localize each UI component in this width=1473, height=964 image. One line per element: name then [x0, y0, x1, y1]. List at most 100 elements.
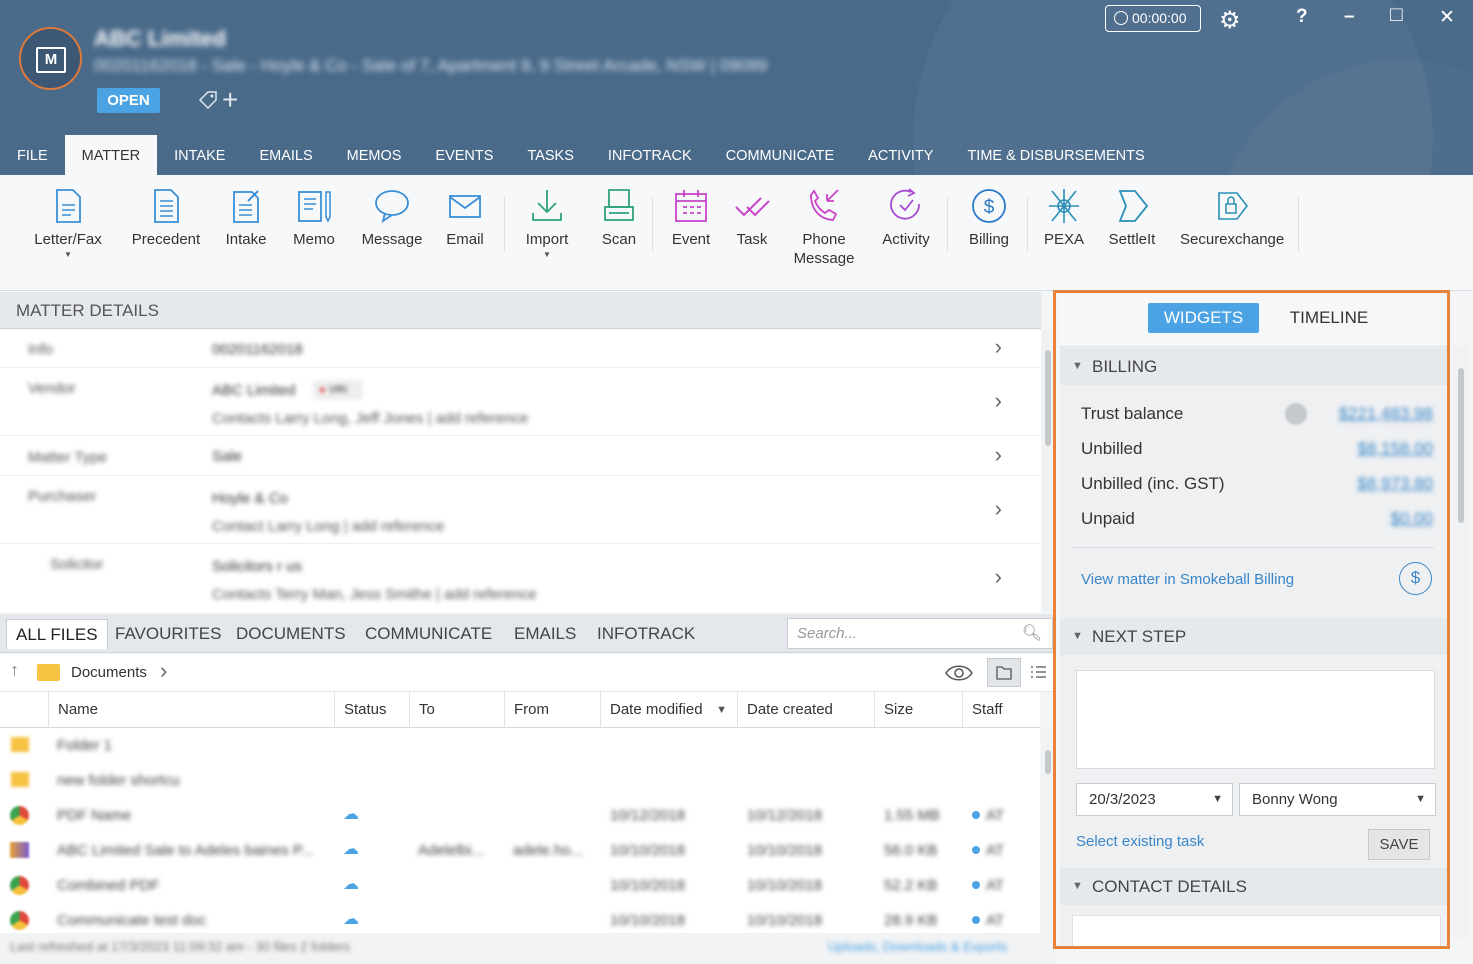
up-arrow-icon[interactable]: ↑ [10, 660, 19, 681]
task-check-icon [735, 197, 770, 217]
view-in-billing-link[interactable]: View matter in Smokeball Billing [1081, 571, 1294, 588]
close-button[interactable]: ✕ [1439, 6, 1455, 29]
next-step-section-header[interactable]: ▼ NEXT STEP [1060, 618, 1447, 655]
cloud-icon: ☁ [343, 876, 359, 893]
tab-communicate[interactable]: COMMUNICATE [356, 619, 501, 649]
scroll-thumb[interactable] [1045, 350, 1051, 446]
tab-file[interactable]: FILE [0, 135, 65, 175]
scroll-thumb[interactable] [1458, 368, 1464, 523]
message-button[interactable]: Message [359, 187, 425, 249]
chrome-icon [10, 911, 29, 930]
trust-info-icon[interactable] [1285, 403, 1307, 425]
matter-row-info[interactable]: Info 00201162018 › [0, 330, 1040, 368]
column-staff[interactable]: Staff [962, 692, 1040, 728]
next-step-assignee-select[interactable]: Bonny Wong ▼ [1239, 783, 1436, 816]
column-date-modified[interactable]: Date modified ▼ [600, 692, 737, 728]
tab-emails[interactable]: EMAILS [505, 619, 585, 649]
breadcrumb-documents[interactable]: Documents [71, 664, 147, 681]
billing-amount[interactable]: $0.00 [1390, 509, 1433, 529]
minimize-button[interactable]: – [1344, 6, 1355, 28]
scan-button[interactable]: Scan [597, 187, 641, 249]
billing-amount[interactable]: $8,158.00 [1357, 439, 1433, 459]
table-row[interactable]: PDF Name ☁ 10/12/2018 10/12/2018 1.55 MB… [0, 798, 1040, 833]
task-button[interactable]: Task [729, 187, 775, 249]
chevron-right-icon[interactable]: › [160, 658, 167, 684]
precedent-button[interactable]: Precedent [130, 187, 202, 249]
column-name[interactable]: Name [48, 692, 334, 728]
column-size[interactable]: Size [874, 692, 962, 728]
billing-button[interactable]: $ Billing [964, 187, 1014, 249]
tab-intake[interactable]: INTAKE [157, 135, 242, 175]
table-row[interactable]: ABC Limited Sale to Adeles baines P... ☁… [0, 833, 1040, 868]
tab-emails[interactable]: EMAILS [242, 135, 329, 175]
activity-button[interactable]: Activity [878, 187, 934, 249]
billing-amount[interactable]: $8,973.80 [1357, 474, 1433, 494]
select-existing-task-link[interactable]: Select existing task [1076, 833, 1204, 850]
widgets-tab-button[interactable]: WIDGETS [1148, 303, 1259, 333]
timeline-tab-button[interactable]: TIMELINE [1282, 303, 1376, 333]
next-step-textarea[interactable] [1076, 670, 1435, 769]
contact-details-section-header[interactable]: ▼ CONTACT DETAILS [1060, 868, 1447, 905]
matter-row-solicitor[interactable]: Solicitor Solicitors r us Contacts Terry… [0, 544, 1040, 612]
tab-memos[interactable]: MEMOS [330, 135, 419, 175]
tab-favourites[interactable]: FAVOURITES [106, 619, 230, 649]
tab-infotrack[interactable]: INFOTRACK [588, 619, 704, 649]
clock-icon [1114, 11, 1128, 25]
dollar-circle-icon[interactable]: $ [1399, 562, 1432, 595]
tab-events[interactable]: EVENTS [418, 135, 510, 175]
column-date-created[interactable]: Date created [737, 692, 874, 728]
matter-details-scrollbar[interactable] [1041, 330, 1055, 612]
tag-icon[interactable] [197, 89, 219, 111]
help-button[interactable]: ? [1296, 6, 1308, 28]
pexa-button[interactable]: PEXA [1042, 187, 1086, 249]
scroll-thumb[interactable] [1045, 750, 1051, 774]
billing-amount[interactable]: $221,483.98 [1338, 404, 1433, 424]
eye-icon[interactable] [944, 663, 974, 688]
email-button[interactable]: Email [442, 187, 488, 249]
table-row[interactable]: new folder shortcu [0, 763, 1040, 798]
save-button[interactable]: SAVE [1368, 829, 1430, 860]
list-view-button[interactable] [1025, 658, 1053, 687]
billing-section-header[interactable]: ▼ BILLING [1060, 348, 1447, 385]
table-row[interactable]: Folder 1 [0, 728, 1040, 763]
memo-button[interactable]: Memo [287, 187, 341, 249]
billing-row-unbilled: Unbilled $8,158.00 [1081, 439, 1433, 459]
tab-time-disbursements[interactable]: TIME & DISBURSEMENTS [950, 135, 1161, 175]
timer-button[interactable]: 00:00:00 [1105, 5, 1201, 32]
tab-documents[interactable]: DOCUMENTS [227, 619, 355, 649]
tab-communicate[interactable]: COMMUNICATE [709, 135, 851, 175]
uploads-link[interactable]: Uploads, Downloads & Exports [828, 939, 1007, 954]
add-tag-icon[interactable]: + [222, 84, 238, 116]
collapse-triangle-icon: ▼ [1072, 880, 1083, 892]
matter-row-matter-type[interactable]: Matter Type Sale › [0, 436, 1040, 476]
table-row[interactable]: Combined PDF ☁ 10/10/2018 10/10/2018 52.… [0, 868, 1040, 903]
event-button[interactable]: Event [667, 187, 715, 249]
files-search-input[interactable]: Search... 🔍︎ [787, 618, 1053, 649]
tab-activity[interactable]: ACTIVITY [851, 135, 950, 175]
securexchange-button[interactable]: Securexchange [1180, 187, 1284, 249]
tab-all-files[interactable]: ALL FILES [6, 619, 108, 649]
billing-label: Billing [968, 231, 1010, 248]
phone-message-button[interactable]: Phone Message [791, 187, 857, 268]
maximize-button[interactable]: □ [1390, 3, 1403, 27]
widgets-scrollbar[interactable] [1453, 346, 1469, 938]
gear-icon[interactable]: ⚙ [1219, 6, 1241, 35]
folder-view-button[interactable] [987, 658, 1021, 687]
intake-button[interactable]: Intake [216, 187, 276, 249]
import-button[interactable]: Import ▼ [520, 187, 574, 259]
next-step-date-picker[interactable]: 20/3/2023 ▼ [1076, 783, 1233, 816]
calendar-icon [675, 190, 707, 222]
tab-matter[interactable]: MATTER [64, 135, 158, 175]
table-row[interactable]: Communicate test doc ☁ 10/10/2018 10/10/… [0, 903, 1040, 933]
staff: AT [986, 877, 1005, 894]
letter-fax-button[interactable]: Letter/Fax ▼ [32, 187, 104, 259]
tab-infotrack[interactable]: INFOTRACK [591, 135, 709, 175]
matter-row-purchaser[interactable]: Purchaser Hoyle & Co Contact Larry Long … [0, 476, 1040, 544]
files-scrollbar[interactable] [1041, 728, 1055, 933]
matter-row-vendor[interactable]: Vendor ABC Limited ● VRI Contacts Larry … [0, 368, 1040, 436]
column-from[interactable]: From [504, 692, 600, 728]
settleit-button[interactable]: SettleIt [1106, 187, 1158, 249]
tab-tasks[interactable]: TASKS [510, 135, 590, 175]
column-status[interactable]: Status [334, 692, 409, 728]
column-to[interactable]: To [409, 692, 504, 728]
